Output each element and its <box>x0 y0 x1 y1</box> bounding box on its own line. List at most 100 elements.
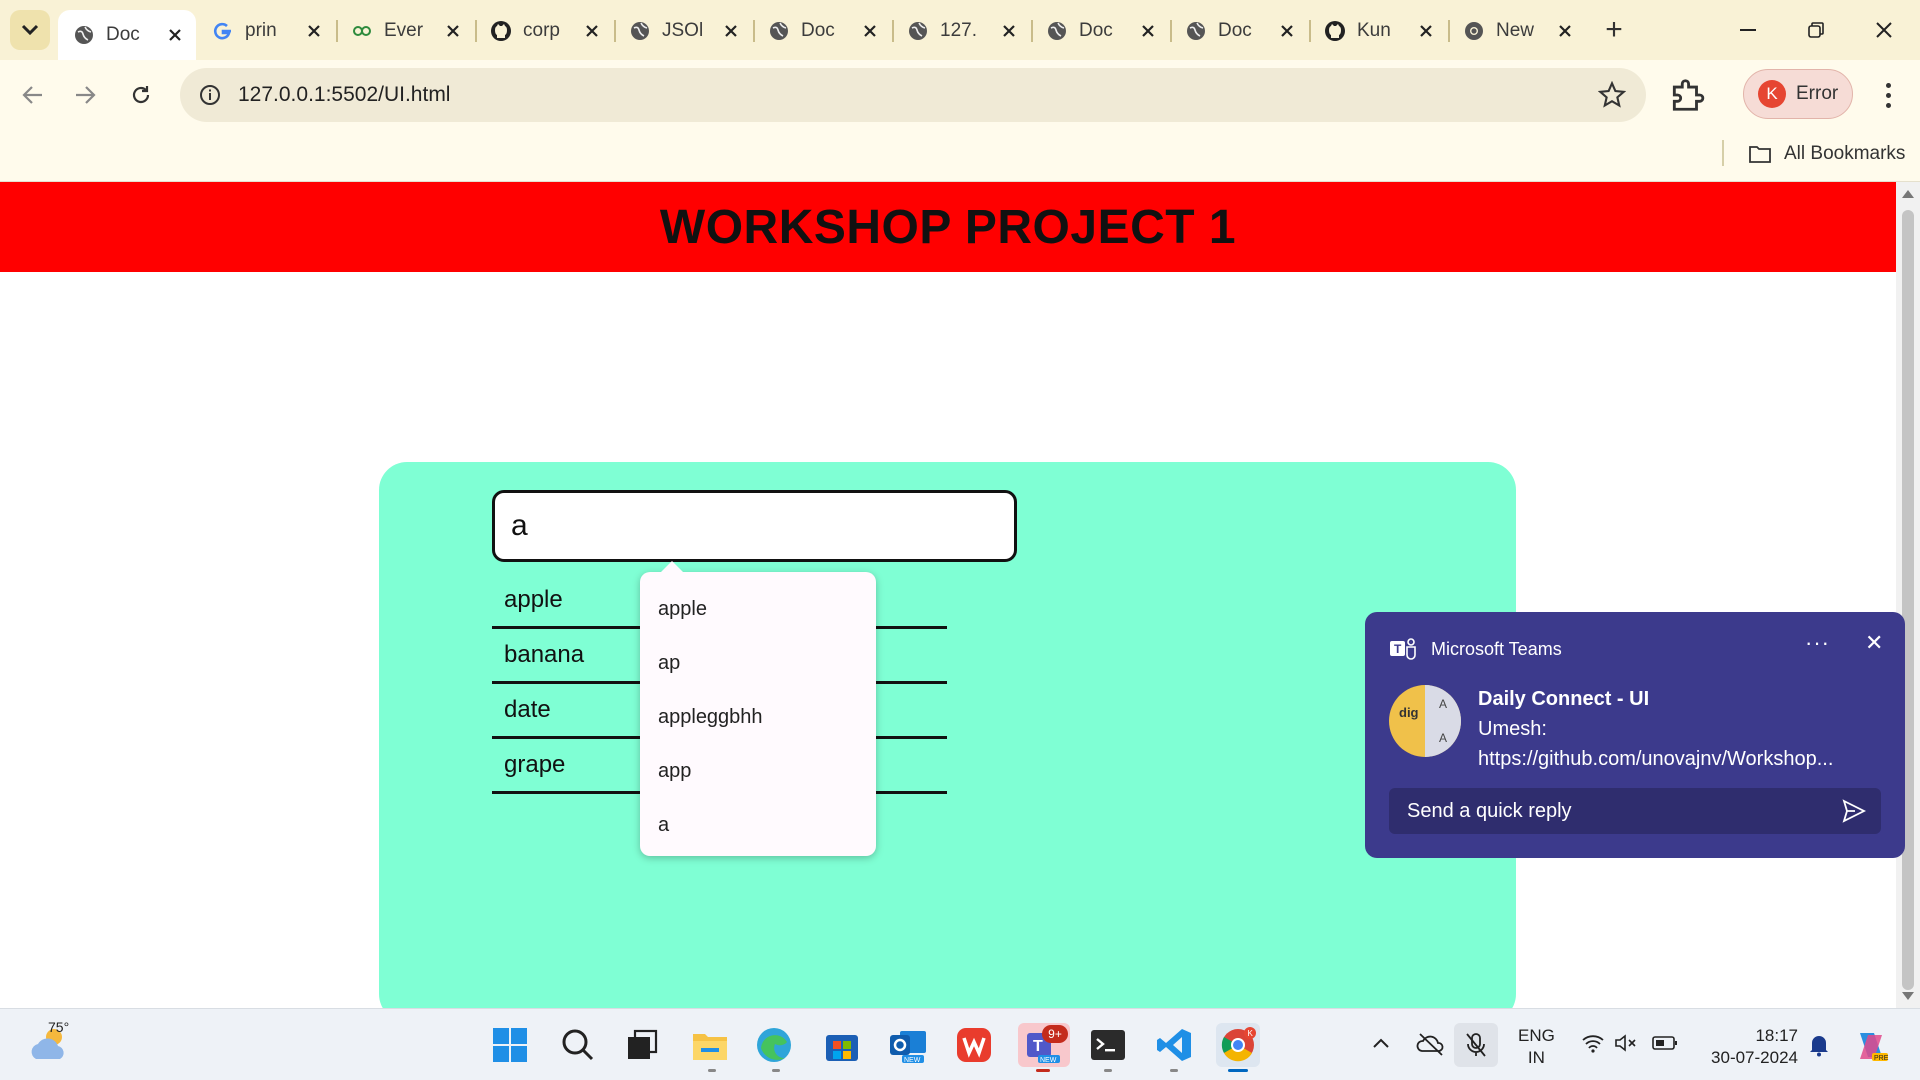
browser-tab[interactable]: 127. <box>892 10 1030 52</box>
more-options-icon[interactable]: ··· <box>1805 630 1830 656</box>
search-input-value: a <box>511 509 528 542</box>
vscode-icon <box>1157 1029 1191 1061</box>
close-window-button[interactable] <box>1862 8 1906 52</box>
volume-muted-icon[interactable] <box>1614 1033 1638 1053</box>
chevron-down-icon <box>21 24 39 36</box>
tab-title: 127. <box>940 20 977 41</box>
close-tab-icon[interactable] <box>998 20 1020 42</box>
store-button[interactable] <box>820 1023 864 1067</box>
site-info-icon[interactable] <box>196 81 224 109</box>
search-input[interactable]: a <box>492 490 1017 562</box>
close-tab-icon[interactable] <box>1276 20 1298 42</box>
close-icon <box>1876 22 1892 38</box>
close-tab-icon[interactable] <box>720 20 742 42</box>
file-explorer-button[interactable] <box>688 1023 732 1067</box>
page-viewport: WORKSHOP PROJECT 1 a apple banana date grap… <box>0 182 1896 1008</box>
forward-button[interactable] <box>64 74 106 116</box>
wifi-icon[interactable] <box>1582 1033 1604 1053</box>
page-header: WORKSHOP PROJECT 1 <box>0 182 1896 272</box>
close-tab-icon[interactable] <box>859 20 881 42</box>
weather-widget[interactable]: 75° <box>26 1019 72 1067</box>
chrome-button[interactable]: K <box>1216 1023 1260 1067</box>
autocomplete-option[interactable]: app <box>640 744 876 798</box>
onedrive-offline-icon[interactable] <box>1416 1031 1446 1057</box>
scroll-thumb[interactable] <box>1902 210 1914 990</box>
new-tab-button[interactable]: + <box>1596 12 1632 48</box>
autocomplete-option[interactable]: appleggbhh <box>640 690 876 744</box>
google-icon <box>211 19 235 43</box>
browser-tab[interactable]: prin <box>197 10 335 52</box>
avatar: K <box>1758 80 1786 108</box>
teams-notification[interactable]: T Microsoft Teams ··· ✕ dig A A Daily Co… <box>1365 612 1905 858</box>
tab-title: JSOl <box>662 20 704 41</box>
url-text[interactable]: 127.0.0.1:5502/UI.html <box>238 83 450 107</box>
globe-icon <box>767 19 791 43</box>
browser-tab[interactable]: JSOl <box>614 10 752 52</box>
tab-search-button[interactable] <box>10 10 50 50</box>
close-tab-icon[interactable] <box>1137 20 1159 42</box>
browser-tab[interactable]: New <box>1448 10 1586 52</box>
browser-tab[interactable]: Doc <box>1170 10 1308 52</box>
chevron-up-icon[interactable] <box>1372 1037 1390 1049</box>
running-indicator <box>772 1069 780 1072</box>
edge-button[interactable] <box>752 1023 796 1067</box>
close-tab-icon[interactable] <box>1554 20 1576 42</box>
extensions-icon[interactable] <box>1668 76 1706 114</box>
task-view-icon <box>628 1029 658 1059</box>
folder-icon <box>1749 146 1771 163</box>
send-icon[interactable] <box>1841 798 1867 824</box>
page-scrollbar[interactable] <box>1896 182 1920 1008</box>
windows-icon <box>493 1028 527 1062</box>
reload-icon <box>132 86 150 104</box>
mic-muted-button[interactable] <box>1454 1023 1498 1067</box>
browser-tab[interactable]: Ever <box>336 10 474 52</box>
close-tab-icon[interactable] <box>164 24 186 46</box>
profile-button[interactable]: K Error <box>1743 69 1853 119</box>
tab-title: Ever <box>384 20 424 41</box>
start-button[interactable] <box>488 1023 532 1067</box>
autocomplete-option[interactable]: a <box>640 798 876 852</box>
search-button[interactable] <box>556 1023 600 1067</box>
arrow-left-icon <box>22 86 42 104</box>
avatar-initial: A <box>1439 731 1448 745</box>
close-tab-icon[interactable] <box>303 20 325 42</box>
battery-icon[interactable] <box>1652 1035 1678 1051</box>
vscode-button[interactable] <box>1152 1023 1196 1067</box>
browser-tab[interactable]: Doc <box>58 10 196 60</box>
terminal-button[interactable] <box>1086 1023 1130 1067</box>
globe-icon <box>1184 19 1208 43</box>
all-bookmarks-button[interactable]: All Bookmarks <box>1748 138 1905 170</box>
arrow-right-icon <box>76 86 96 104</box>
bookmark-star-icon[interactable] <box>1598 81 1626 109</box>
close-icon[interactable]: ✕ <box>1865 630 1883 656</box>
system-clock[interactable]: 18:17 30-07-2024 <box>1700 1025 1798 1069</box>
scroll-up-icon[interactable] <box>1902 190 1914 198</box>
scroll-down-icon[interactable] <box>1902 992 1914 1000</box>
browser-tab[interactable]: corp <box>475 10 613 52</box>
close-tab-icon[interactable] <box>442 20 464 42</box>
copilot-icon[interactable]: PRE <box>1852 1027 1890 1065</box>
language-indicator[interactable]: ENG IN <box>1518 1025 1555 1069</box>
browser-tab[interactable]: Kun <box>1309 10 1447 52</box>
address-bar[interactable]: 127.0.0.1:5502/UI.html <box>180 68 1646 122</box>
autocomplete-option[interactable]: ap <box>640 636 876 690</box>
close-tab-icon[interactable] <box>1415 20 1437 42</box>
globe-icon <box>1045 19 1069 43</box>
close-tab-icon[interactable] <box>581 20 603 42</box>
task-view-button[interactable] <box>620 1023 664 1067</box>
outlook-button[interactable]: NEW <box>886 1023 930 1067</box>
browser-menu-button[interactable] <box>1870 74 1906 116</box>
reload-button[interactable] <box>120 74 162 116</box>
wps-office-button[interactable] <box>952 1023 996 1067</box>
browser-tab[interactable]: Doc <box>753 10 891 52</box>
bell-icon[interactable] <box>1808 1033 1830 1057</box>
restore-button[interactable] <box>1794 8 1838 52</box>
back-button[interactable] <box>12 74 54 116</box>
browser-tab[interactable]: Doc <box>1031 10 1169 52</box>
edge-icon <box>757 1028 791 1062</box>
toast-app-name: Microsoft Teams <box>1431 638 1562 659</box>
weather-temp: 75° <box>48 1019 70 1035</box>
autocomplete-option[interactable]: apple <box>640 582 876 636</box>
minimize-button[interactable] <box>1726 8 1770 52</box>
quick-reply-input[interactable]: Send a quick reply <box>1389 788 1881 834</box>
